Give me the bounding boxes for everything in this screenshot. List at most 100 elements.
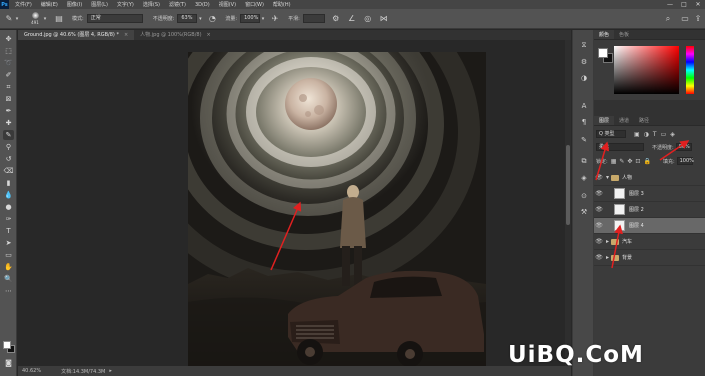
quick-select-tool-icon[interactable]: ✐ (3, 70, 14, 80)
paragraph-panel-icon[interactable]: ¶ (578, 116, 590, 127)
zoom-tool-icon[interactable]: 🔍 (3, 274, 14, 284)
tab-person-close-icon[interactable]: × (207, 32, 211, 38)
close-button[interactable]: ✕ (691, 0, 705, 9)
dodge-tool-icon[interactable]: ● (3, 202, 14, 212)
move-tool-icon[interactable]: ✥ (3, 34, 14, 44)
canvas-vertical-scrollbar[interactable] (565, 40, 571, 366)
character-panel-icon[interactable]: A (578, 100, 590, 111)
layer-row-group-car[interactable]: 👁 ▸ 汽车 (594, 234, 705, 250)
menu-image[interactable]: 图像(I) (61, 1, 85, 8)
blend-mode-select[interactable]: 柔光 (596, 143, 644, 151)
menu-help[interactable]: 帮助(H) (267, 1, 294, 8)
quick-mask-icon[interactable]: ◙ (3, 358, 14, 368)
history-brush-tool-icon[interactable]: ↺ (3, 154, 14, 164)
foreground-color-swatch[interactable] (3, 341, 11, 349)
menu-type[interactable]: 文字(Y) (111, 1, 137, 8)
smoothing-input[interactable] (302, 14, 325, 23)
menu-layer[interactable]: 图层(L) (85, 1, 111, 8)
tab-ground-close-icon[interactable]: × (124, 32, 128, 38)
visibility-eye-icon[interactable]: 👁 (594, 238, 604, 245)
filter-adjust-icon[interactable]: ◑ (644, 131, 649, 138)
flow-input[interactable]: 100% (240, 14, 261, 23)
lasso-tool-icon[interactable]: ➰ (3, 58, 14, 68)
visibility-eye-icon[interactable]: 👁 (594, 174, 604, 181)
search-icon[interactable]: ⌕ (663, 14, 673, 24)
layer-row-3[interactable]: 👁 图层 3 (594, 186, 705, 202)
canvas-area[interactable] (18, 40, 571, 366)
healing-brush-tool-icon[interactable]: ✚ (3, 118, 14, 128)
tab-layers[interactable]: 图层 (594, 116, 615, 125)
menu-view[interactable]: 视图(V) (213, 1, 239, 8)
tab-swatches[interactable]: 色板 (614, 30, 634, 39)
pressure-size-icon[interactable]: ◎ (363, 14, 373, 24)
panel-foreground-swatch[interactable] (598, 48, 608, 58)
crop-tool-icon[interactable]: ⌗ (3, 82, 14, 92)
menu-file[interactable]: 文件(F) (9, 1, 35, 8)
properties-panel-icon[interactable]: ⚙ (578, 56, 590, 67)
lock-paint-icon[interactable]: ✎ (619, 158, 624, 165)
expand-chevron-icon[interactable]: ▾ (606, 174, 609, 181)
layer-comps-panel-icon[interactable]: ⧉ (578, 156, 590, 167)
visibility-eye-icon[interactable]: 👁 (594, 190, 604, 197)
path-select-tool-icon[interactable]: ➤ (3, 238, 14, 248)
menu-window[interactable]: 窗口(W) (239, 1, 267, 8)
eyedropper-tool-icon[interactable]: ✒ (3, 106, 14, 116)
layer-row-group-background[interactable]: 👁 ▸ 背景 (594, 250, 705, 266)
smoothing-settings-icon[interactable]: ⚙ (331, 14, 341, 24)
menu-filter[interactable]: 滤镜(T) (163, 1, 189, 8)
filter-type-icon[interactable]: T (653, 131, 657, 138)
expand-chevron-icon[interactable]: ▸ (606, 238, 609, 245)
lock-pixels-icon[interactable]: ▦ (611, 158, 617, 165)
tab-paths[interactable]: 路径 (634, 116, 654, 125)
brush-preset-picker[interactable]: 491 (28, 12, 42, 26)
layer-row-group-person[interactable]: 👁 ▾ 人物 (594, 170, 705, 186)
symmetry-icon[interactable]: ⋈ (379, 14, 389, 24)
zoom-level[interactable]: 40.62% (22, 368, 41, 374)
fill-input[interactable]: 100% (676, 157, 694, 165)
status-menu-icon[interactable]: ▸ (109, 368, 112, 374)
menu-select[interactable]: 选择(S) (137, 1, 163, 8)
color-picker-field[interactable] (614, 46, 679, 94)
opacity-dropdown-icon[interactable]: ▾ (197, 14, 203, 24)
scrollbar-thumb[interactable] (566, 145, 570, 225)
expand-chevron-icon[interactable]: ▸ (606, 254, 609, 261)
type-tool-icon[interactable]: T (3, 226, 14, 236)
layer-row-4-selected[interactable]: 👁 图层 4 (594, 218, 705, 234)
adjustments-panel-icon[interactable]: ◑ (578, 72, 590, 83)
brush-tool-icon[interactable]: ✎ (4, 14, 14, 24)
visibility-eye-icon[interactable]: 👁 (594, 206, 604, 213)
tab-ground[interactable]: Ground.jpg @ 40.6% (图层 4, RGB/8) * × (18, 30, 135, 40)
lock-artboard-icon[interactable]: ⊡ (635, 158, 640, 165)
brush-settings-icon[interactable]: ▤ (54, 14, 64, 24)
visibility-eye-icon[interactable]: 👁 (594, 222, 604, 229)
opacity-input[interactable]: 63% (177, 14, 198, 23)
tool-presets-panel-icon[interactable]: ⚒ (578, 206, 590, 217)
lock-move-icon[interactable]: ✥ (627, 158, 632, 165)
filter-smart-icon[interactable]: ◈ (670, 131, 675, 138)
shape-tool-icon[interactable]: ▭ (3, 250, 14, 260)
visibility-eye-icon[interactable]: 👁 (594, 254, 604, 261)
gradient-tool-icon[interactable]: ▮ (3, 178, 14, 188)
brush-tool-icon[interactable]: ✎ (3, 130, 14, 140)
hue-slider[interactable] (686, 46, 694, 94)
pen-tool-icon[interactable]: ✑ (3, 214, 14, 224)
3d-panel-icon[interactable]: ◈ (578, 172, 590, 183)
filter-shape-icon[interactable]: ▭ (661, 131, 667, 138)
tool-preset-dropdown-icon[interactable]: ▾ (14, 14, 20, 24)
tab-channels[interactable]: 通道 (614, 116, 634, 125)
glyphs-panel-icon[interactable]: ⊙ (578, 190, 590, 201)
tab-person[interactable]: 人物.jpg @ 100%(RGB/8) × (134, 30, 217, 40)
maximize-button[interactable]: □ (677, 0, 691, 9)
minimize-button[interactable]: — (663, 0, 677, 9)
blur-tool-icon[interactable]: 💧 (3, 190, 14, 200)
layer-opacity-input[interactable]: 80% (675, 143, 692, 151)
pressure-opacity-icon[interactable]: ◔ (207, 14, 217, 24)
lock-all-icon[interactable]: 🔒 (643, 158, 650, 165)
more-tools-icon[interactable]: ⋯ (3, 286, 14, 296)
history-panel-icon[interactable]: ⧖ (578, 40, 590, 51)
flow-dropdown-icon[interactable]: ▾ (260, 14, 266, 24)
airbrush-icon[interactable]: ✈ (270, 14, 280, 24)
angle-icon[interactable]: ∠ (347, 14, 357, 24)
filter-pixel-icon[interactable]: ▣ (634, 131, 640, 138)
mode-select[interactable]: 正常 (86, 14, 143, 23)
